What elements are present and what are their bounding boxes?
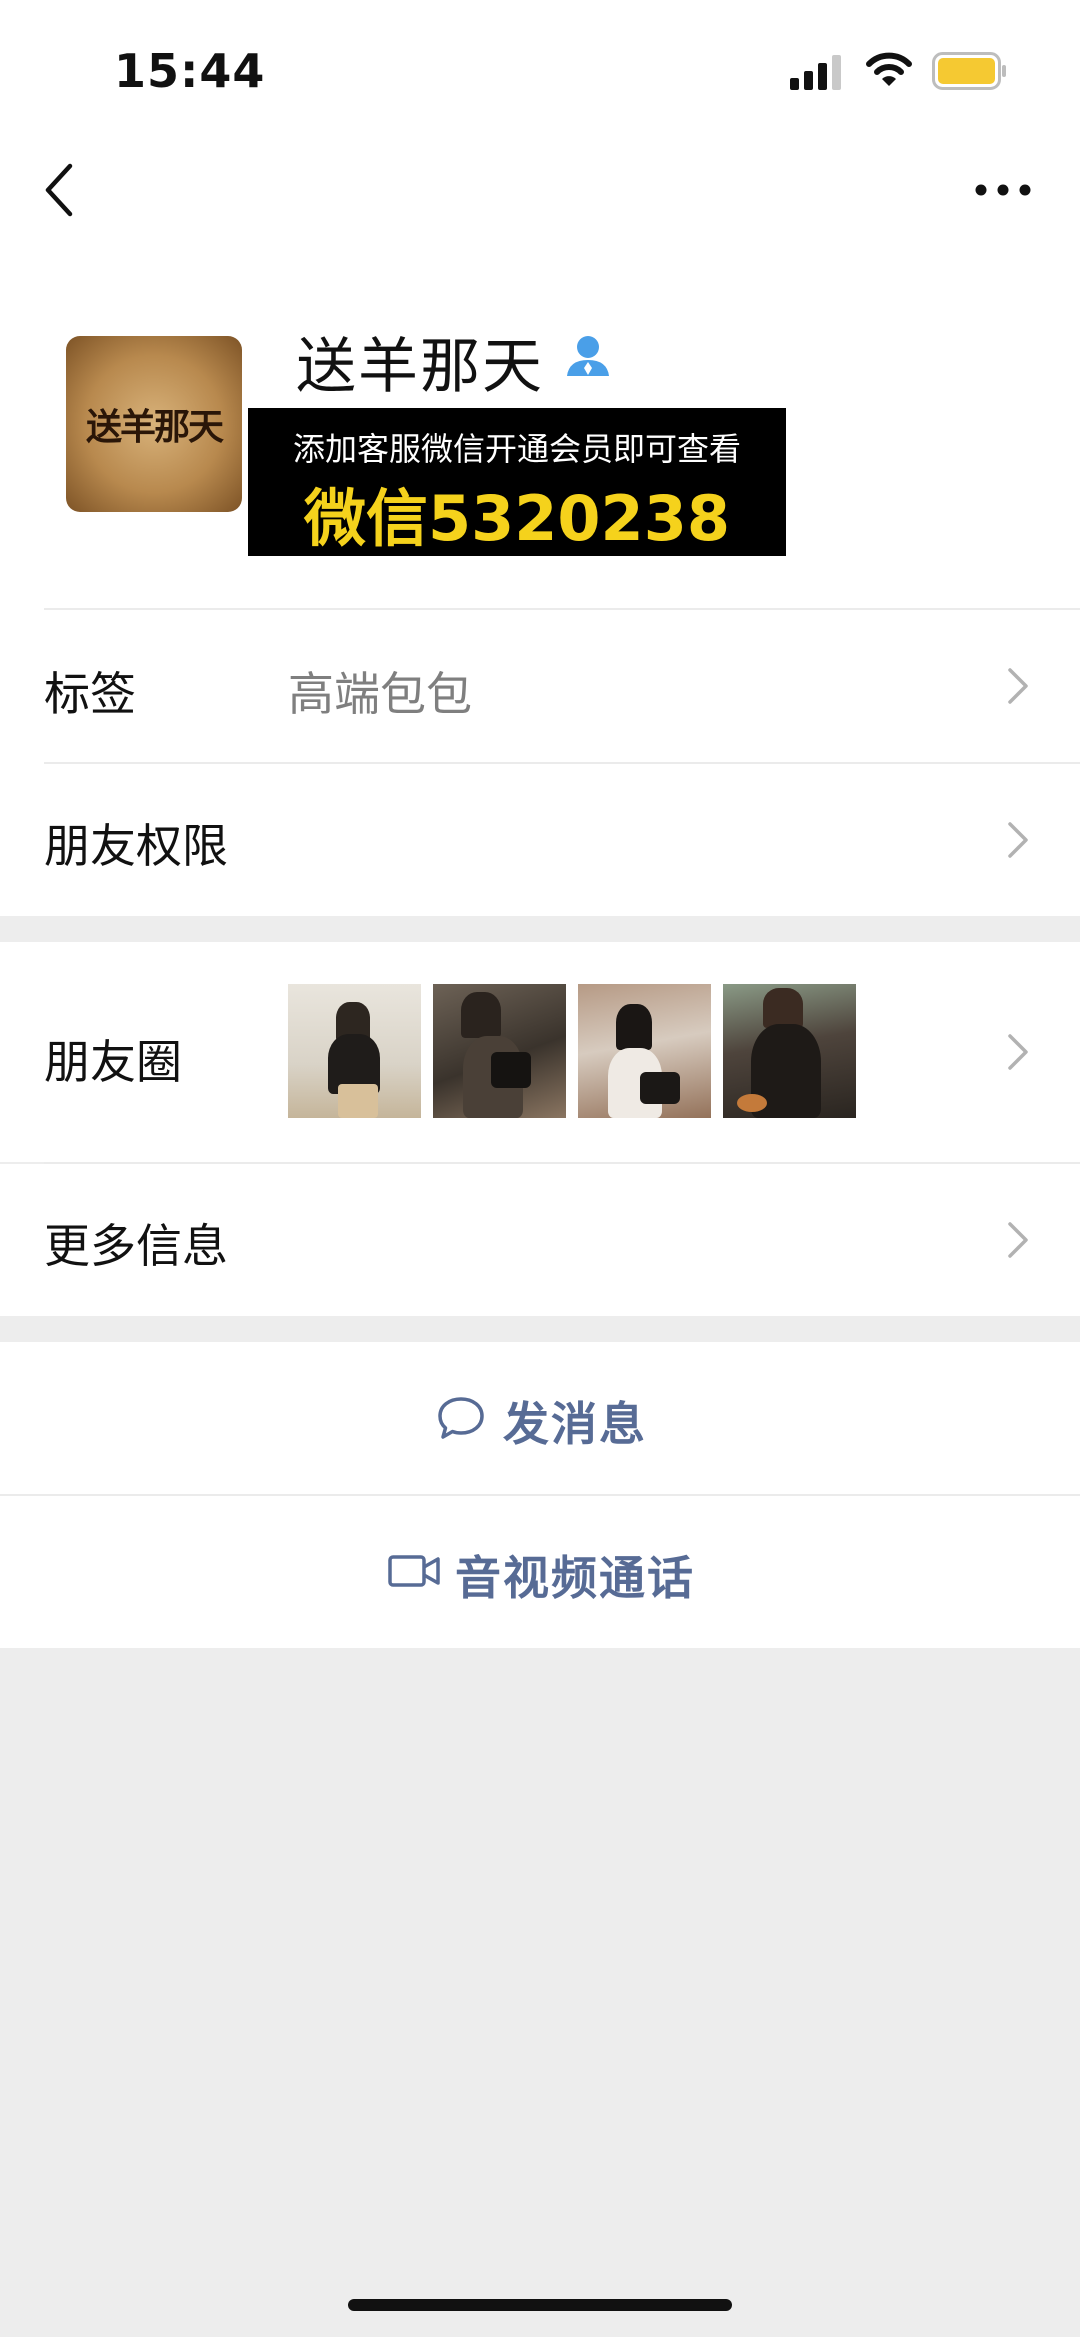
send-message-label: 发消息	[503, 1397, 647, 1451]
chat-bubble-icon	[438, 1397, 484, 1439]
tags-row[interactable]: 标签 高端包包	[0, 610, 1080, 762]
promo-text: 添加客服微信开通会员即可查看	[292, 430, 741, 468]
moments-photo	[723, 984, 856, 1118]
moments-photo	[288, 984, 421, 1118]
chevron-right-icon	[1008, 822, 1028, 858]
verified-person-icon	[567, 336, 609, 376]
more-info-label: 更多信息	[44, 1219, 228, 1273]
friend-permissions-label: 朋友权限	[44, 819, 228, 873]
back-arrow-icon[interactable]	[40, 160, 80, 220]
tags-value: 高端包包	[288, 667, 472, 721]
moments-thumbnails	[288, 984, 856, 1118]
chevron-right-icon	[1008, 668, 1028, 704]
chevron-right-icon	[1008, 1034, 1028, 1070]
moments-photo	[578, 984, 711, 1118]
voice-video-call-button[interactable]: 音视频通话	[0, 1496, 1080, 1648]
friend-permissions-row[interactable]: 朋友权限	[0, 764, 1080, 916]
battery-icon	[932, 52, 1006, 90]
video-camera-icon	[388, 1555, 440, 1587]
section-gap	[0, 916, 1080, 942]
chevron-right-icon	[1008, 1222, 1028, 1258]
contact-name: 送羊那天	[296, 332, 544, 402]
send-message-button[interactable]: 发消息	[0, 1342, 1080, 1494]
more-info-row[interactable]: 更多信息	[0, 1164, 1080, 1316]
tags-label: 标签	[44, 667, 136, 721]
status-time: 15:44	[114, 44, 266, 98]
home-indicator[interactable]	[348, 2299, 732, 2311]
moments-photo	[433, 984, 566, 1118]
voice-video-call-label: 音视频通话	[455, 1551, 695, 1605]
more-options-icon[interactable]	[975, 178, 1031, 202]
wifi-icon	[866, 52, 912, 86]
avatar[interactable]: 送羊那天	[66, 336, 242, 512]
promo-overlay-banner: 添加客服微信开通会员即可查看 微信5320238	[248, 408, 786, 556]
promo-wechat-id: 微信5320238	[304, 482, 730, 555]
moments-label: 朋友圈	[44, 1035, 182, 1089]
avatar-calligraphy: 送羊那天	[85, 406, 224, 448]
section-gap	[0, 1316, 1080, 1342]
cellular-signal-icon	[790, 55, 841, 90]
